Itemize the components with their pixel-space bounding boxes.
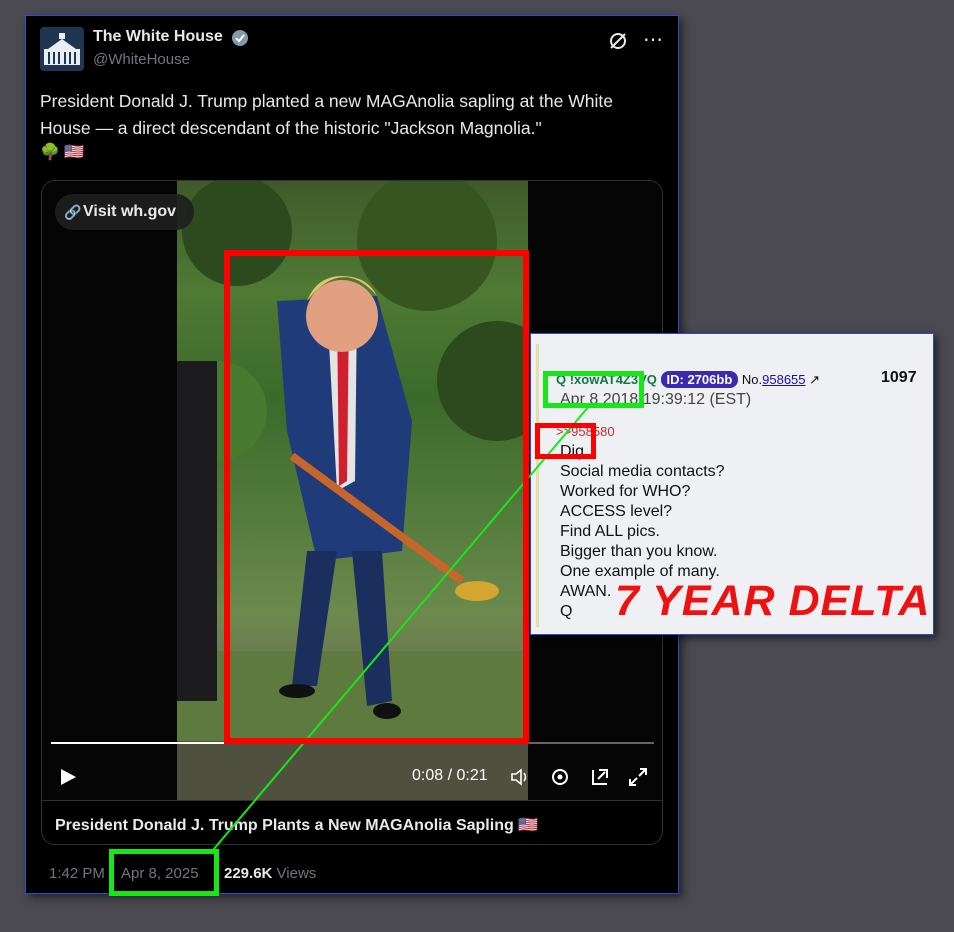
highlight-box-red-dig [535,423,596,459]
highlight-box-green-2025 [109,849,219,896]
highlight-box-red-photo [224,250,529,744]
highlight-box-green-2018 [543,371,644,408]
